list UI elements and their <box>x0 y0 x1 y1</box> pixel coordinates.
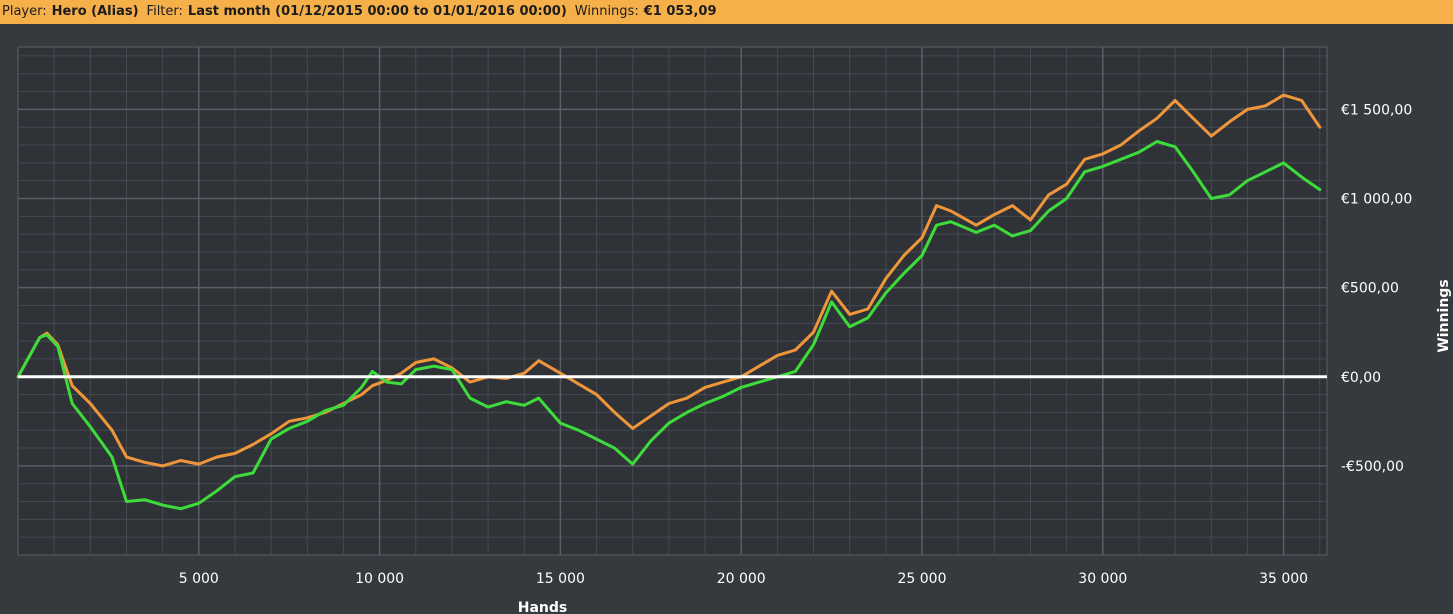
x-tick-label: 10 000 <box>355 571 404 587</box>
x-tick-label: 20 000 <box>717 571 766 587</box>
y-tick-label: €500,00 <box>1341 281 1399 297</box>
x-tick-label: 5 000 <box>179 571 219 587</box>
filter-value: Last month (01/12/2015 00:00 to 01/01/20… <box>187 4 567 19</box>
x-tick-label: 25 000 <box>898 571 947 587</box>
x-tick-label: 15 000 <box>536 571 585 587</box>
y-tick-label: €1 000,00 <box>1341 192 1412 208</box>
x-axis-ticks: 5 000 10 000 15 000 20 000 25 000 30 000 35 00… <box>179 571 1308 587</box>
x-axis-label: Hands <box>518 600 568 614</box>
x-tick-label: 30 000 <box>1078 571 1127 587</box>
y-axis-label: Winnings <box>1436 279 1452 352</box>
winnings-chart: 5 000 10 000 15 000 20 000 25 000 30 000 35 00… <box>16 46 1452 614</box>
player-label: Player: <box>2 4 47 19</box>
y-tick-label: -€500,00 <box>1341 459 1404 475</box>
winnings-label: Winnings: <box>574 4 639 19</box>
winnings-value: €1 053,09 <box>643 4 717 19</box>
y-tick-label: €1 500,00 <box>1341 102 1412 118</box>
y-axis-ticks: €1 500,00 €1 000,00 €500,00 €0,00 -€500,00 <box>1341 102 1412 474</box>
player-value: Hero (Alias) <box>51 4 139 19</box>
y-tick-label: €0,00 <box>1341 370 1381 386</box>
report-header: Player: Hero (Alias) Filter: Last month (01… <box>0 0 1453 24</box>
filter-label: Filter: <box>146 4 183 19</box>
x-tick-label: 35 000 <box>1259 571 1308 587</box>
plot-area <box>17 46 1328 556</box>
